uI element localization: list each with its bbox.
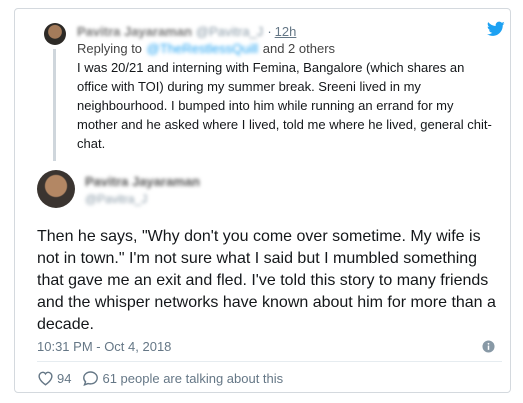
tweet-avatar[interactable] (37, 170, 75, 208)
reply-author-handle[interactable]: @Pavitra_J (196, 24, 263, 40)
info-icon[interactable] (482, 340, 495, 353)
twitter-bird-icon[interactable] (487, 21, 505, 37)
dot-separator: · (267, 24, 272, 39)
like-count: 94 (57, 370, 72, 386)
reply-header: Pavitra Jayaraman @Pavitra_J · 12h (77, 24, 296, 40)
tweet-actions: 94 61 people are talking about this (37, 368, 283, 388)
like-button[interactable]: 94 (37, 370, 71, 386)
tweet-text: Then he says, "Why don't you come over s… (37, 228, 496, 333)
comment-icon (83, 371, 99, 386)
tweet-author-name[interactable]: Pavitra Jayaraman (85, 174, 200, 189)
replying-to-others[interactable]: and 2 others (263, 41, 335, 56)
embedded-tweet-card: Pavitra Jayaraman @Pavitra_J · 12h Replying… (14, 8, 511, 393)
thread-connector-line (53, 49, 56, 161)
reply-timestamp-link[interactable]: 12h (275, 24, 297, 39)
reply-avatar[interactable] (44, 23, 66, 45)
tweet-timestamp[interactable]: 10:31 PM - Oct 4, 2018 (37, 339, 171, 354)
replying-to-line: Replying to @TheRestlessQuill and 2 othe… (77, 41, 335, 57)
reply-text: I was 20/21 and interning with Femina, B… (77, 60, 492, 151)
actions-divider (37, 361, 502, 362)
replying-to-label: Replying to (77, 41, 143, 56)
heart-icon (38, 371, 53, 386)
tweet-author-handle[interactable]: @Pavitra_J (85, 192, 147, 206)
conversation-link[interactable]: 61 people are talking about this (82, 370, 283, 386)
replying-to-mention[interactable]: @TheRestlessQuill (147, 41, 258, 57)
reply-author-name[interactable]: Pavitra Jayaraman (77, 24, 192, 40)
talking-about-text: 61 people are talking about this (102, 370, 284, 386)
parent-reply: Pavitra Jayaraman @Pavitra_J · 12h Replying… (15, 9, 510, 167)
